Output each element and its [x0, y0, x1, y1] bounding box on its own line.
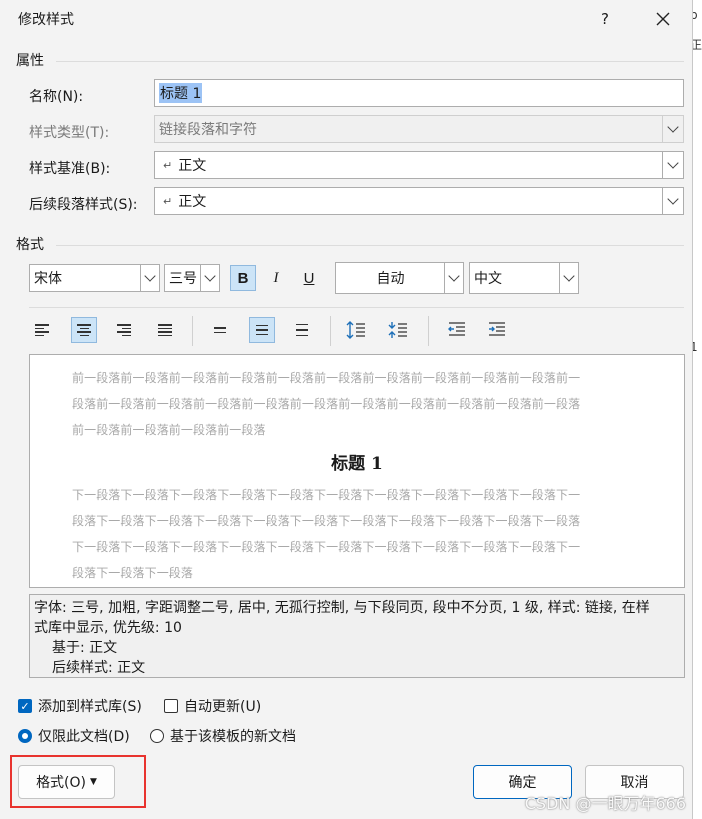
one-half-spacing-icon: [256, 324, 268, 336]
add-to-gallery-checkbox[interactable]: ✓ 添加到样式库(S): [18, 696, 142, 716]
chevron-down-icon[interactable]: [662, 188, 683, 214]
align-right-icon: [117, 324, 131, 336]
check-icon: ✓: [18, 699, 32, 713]
script-value: 中文: [474, 271, 502, 287]
increase-indent-icon: [489, 322, 505, 336]
template-documents-radio[interactable]: 基于该模板的新文档: [150, 726, 296, 746]
description-line: 式库中显示, 优先级: 10: [34, 620, 182, 636]
align-left-button[interactable]: [29, 317, 55, 343]
caret-down-icon: ▼: [90, 777, 97, 787]
increase-paragraph-spacing-button[interactable]: [343, 317, 369, 343]
add-to-gallery-label: 添加到样式库(S): [38, 699, 142, 715]
style-type-select: 链接段落和字符: [154, 115, 684, 143]
paragraph-icon: ↵: [163, 158, 173, 172]
divider: [56, 61, 684, 62]
following-style-label: 后续段落样式(S):: [29, 197, 138, 213]
align-left-icon: [35, 324, 49, 336]
align-center-icon: [77, 324, 91, 336]
checkbox-icon: [164, 699, 178, 713]
modify-style-dialog: 修改样式 ? 属性 名称(N): 标题 1 样式类型(T): 链接段落和字符 样…: [0, 0, 693, 819]
justify-icon: [158, 324, 172, 336]
double-spacing-button[interactable]: [289, 317, 315, 343]
close-button[interactable]: [648, 6, 678, 32]
chevron-down-icon[interactable]: [662, 152, 683, 178]
style-type-label: 样式类型(T):: [29, 125, 110, 141]
description-line: 字体: 三号, 加粗, 字距调整二号, 居中, 无孤行控制, 与下段同页, 段中…: [34, 600, 650, 616]
format-menu-label: 格式(O): [36, 775, 87, 791]
preview-next-paragraph: 下一段落下一段落下一段落下一段落下一段落下一段落下一段落下一段落下一段落下一段落…: [72, 488, 581, 502]
based-on-label: 样式基准(B):: [29, 161, 111, 177]
divider: [56, 245, 684, 246]
name-input[interactable]: 标题 1: [154, 79, 684, 107]
font-select[interactable]: 宋体: [29, 264, 160, 292]
decrease-paragraph-spacing-button[interactable]: [385, 317, 411, 343]
preview-next-paragraph: 下一段落下一段落下一段落下一段落下一段落下一段落下一段落下一段落下一段落下一段落…: [72, 540, 581, 554]
chevron-down-icon: [662, 116, 683, 142]
help-button[interactable]: ?: [590, 6, 620, 32]
format-menu-button[interactable]: 格式(O) ▼: [18, 765, 115, 799]
underline-button[interactable]: U: [296, 265, 322, 291]
divider: [29, 307, 684, 308]
style-type-value: 链接段落和字符: [159, 122, 257, 138]
divider: [192, 316, 193, 346]
properties-section-title: 属性: [16, 53, 44, 69]
only-this-document-radio[interactable]: 仅限此文档(D): [18, 726, 130, 746]
paragraph-icon: ↵: [163, 194, 173, 208]
based-on-select[interactable]: ↵ 正文: [154, 151, 684, 179]
align-center-button[interactable]: [71, 317, 97, 343]
chevron-down-icon[interactable]: [200, 265, 219, 291]
single-spacing-button[interactable]: [207, 317, 233, 343]
template-documents-label: 基于该模板的新文档: [170, 729, 296, 745]
preview-previous-paragraph: 段落前一段落前一段落前一段落前一段落前一段落前一段落前一段落前一段落前一段落前一…: [72, 397, 581, 411]
divider: [428, 316, 429, 346]
paragraph-spacing-increase-icon: [346, 321, 365, 339]
name-label: 名称(N):: [29, 89, 84, 105]
italic-button[interactable]: I: [263, 265, 289, 291]
increase-indent-button[interactable]: [484, 317, 510, 343]
chevron-down-icon[interactable]: [140, 265, 159, 291]
following-style-select[interactable]: ↵ 正文: [154, 187, 684, 215]
preview-previous-paragraph: 前一段落前一段落前一段落前一段落前一段落前一段落前一段落前一段落前一段落前一段落…: [72, 371, 581, 385]
radio-selected-icon: [18, 729, 32, 743]
only-this-document-label: 仅限此文档(D): [38, 729, 130, 745]
watermark: CSDN @一眼万年666: [524, 794, 686, 813]
description-line: 基于: 正文: [52, 640, 118, 656]
justify-button[interactable]: [152, 317, 178, 343]
description-line: 后续样式: 正文: [52, 660, 146, 676]
radio-icon: [150, 729, 164, 743]
font-size-value: 三号: [169, 271, 197, 287]
decrease-indent-icon: [448, 322, 465, 336]
bold-button[interactable]: B: [230, 265, 256, 291]
chevron-down-icon[interactable]: [444, 263, 463, 293]
divider: [330, 316, 331, 346]
name-value: 标题 1: [159, 83, 203, 103]
one-half-spacing-button[interactable]: [249, 317, 275, 343]
preview-next-paragraph: 段落下一段落下一段落下一段落下一段落下一段落下一段落下一段落下一段落下一段落下一…: [72, 514, 581, 528]
align-right-button[interactable]: [111, 317, 137, 343]
font-color-select[interactable]: 自动: [335, 262, 464, 294]
close-icon: [656, 12, 670, 26]
following-style-value: 正文: [178, 194, 207, 210]
style-preview: 前一段落前一段落前一段落前一段落前一段落前一段落前一段落前一段落前一段落前一段落…: [29, 354, 685, 588]
preview-heading: 标题 1: [331, 454, 383, 474]
auto-update-label: 自动更新(U): [184, 699, 262, 715]
decrease-indent-button[interactable]: [444, 317, 470, 343]
style-description: 字体: 三号, 加粗, 字距调整二号, 居中, 无孤行控制, 与下段同页, 段中…: [29, 594, 685, 678]
font-value: 宋体: [34, 271, 62, 287]
chevron-down-icon[interactable]: [559, 263, 578, 293]
paragraph-spacing-decrease-icon: [388, 322, 407, 338]
based-on-value: 正文: [178, 158, 207, 174]
preview-previous-paragraph: 前一段落前一段落前一段落前一段落: [72, 423, 266, 437]
dialog-title: 修改样式: [18, 12, 74, 28]
script-select[interactable]: 中文: [469, 262, 579, 294]
font-size-select[interactable]: 三号: [164, 264, 220, 292]
font-color-value: 自动: [376, 271, 405, 287]
double-spacing-icon: [296, 323, 308, 337]
preview-next-paragraph: 段落下一段落下一段落: [72, 566, 194, 580]
format-section-title: 格式: [16, 237, 44, 253]
single-spacing-icon: [214, 327, 226, 333]
auto-update-checkbox[interactable]: 自动更新(U): [164, 696, 261, 716]
